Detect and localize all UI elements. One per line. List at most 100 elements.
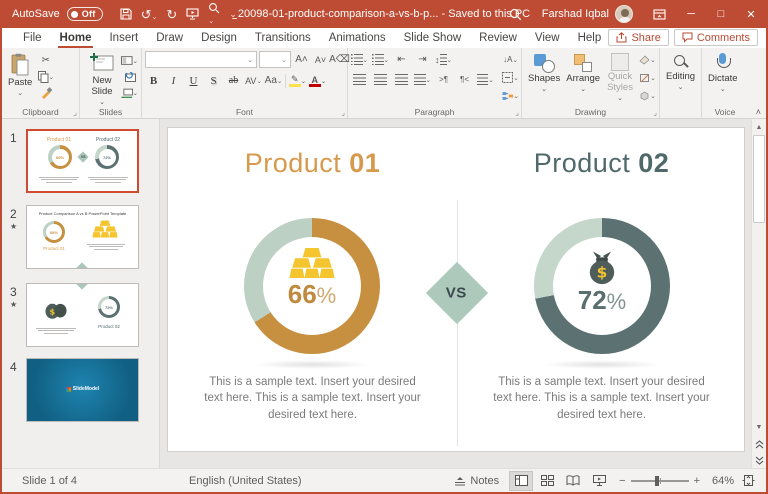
scroll-down-icon[interactable]: ▼ bbox=[752, 420, 766, 434]
tab-file[interactable]: File bbox=[14, 28, 51, 48]
tab-view[interactable]: View bbox=[526, 28, 569, 48]
paragraph-dialog-launcher[interactable]: ⌟ bbox=[515, 109, 519, 117]
rtl-text-direction-icon[interactable]: ¶< bbox=[456, 72, 473, 87]
tab-slide-show[interactable]: Slide Show bbox=[395, 28, 471, 48]
maximize-button[interactable]: □ bbox=[706, 0, 736, 28]
columns-button[interactable]: ⌄ bbox=[477, 72, 494, 87]
save-icon[interactable] bbox=[120, 8, 132, 20]
slide-indicator[interactable]: Slide 1 of 4 bbox=[22, 475, 77, 487]
arrange-button[interactable]: Arrange ⌄ bbox=[563, 51, 603, 96]
filename[interactable]: 20098-01-product-comparison-a-vs-b-p... bbox=[238, 8, 439, 20]
editing-button[interactable]: Editing ⌄ bbox=[663, 51, 698, 94]
format-painter-icon[interactable] bbox=[37, 85, 54, 100]
clear-formatting-icon[interactable]: A⌫ bbox=[329, 52, 350, 67]
close-button[interactable]: ✕ bbox=[736, 0, 766, 28]
zoom-in-icon[interactable]: + bbox=[694, 475, 700, 487]
italic-button[interactable]: I bbox=[165, 73, 182, 88]
normal-view-button[interactable] bbox=[509, 470, 534, 491]
section-icon[interactable]: ⌄ bbox=[121, 85, 138, 100]
strikethrough-button[interactable]: ab bbox=[225, 73, 242, 88]
tab-review[interactable]: Review bbox=[470, 28, 526, 48]
slide-canvas[interactable]: Product 01 66% This is a sample text. In… bbox=[167, 127, 745, 452]
scroll-up-icon[interactable]: ▲ bbox=[752, 120, 766, 134]
cut-icon[interactable]: ✂ bbox=[37, 53, 54, 68]
quick-styles-button[interactable]: Quick Styles ⌄ bbox=[603, 51, 637, 105]
clipboard-dialog-launcher[interactable]: ⌟ bbox=[73, 109, 77, 117]
product-1-donut-chart[interactable]: 66% bbox=[244, 218, 380, 354]
ribbon-display-options-icon[interactable] bbox=[643, 0, 676, 28]
fit-slide-to-window-icon[interactable] bbox=[736, 471, 760, 491]
collapse-ribbon-icon[interactable]: ˄ bbox=[756, 107, 761, 117]
zoom-slider-thumb[interactable] bbox=[654, 475, 659, 486]
underline-button[interactable]: U bbox=[185, 73, 202, 88]
tab-home[interactable]: Home bbox=[51, 28, 101, 48]
user-name[interactable]: Farshad Iqbal bbox=[532, 0, 613, 28]
align-left-icon[interactable] bbox=[351, 72, 368, 87]
previous-slide-icon[interactable] bbox=[752, 437, 766, 451]
slide-sorter-view-button[interactable] bbox=[535, 471, 559, 491]
shape-effects-button[interactable]: ⌄ bbox=[639, 88, 656, 103]
tab-help[interactable]: Help bbox=[569, 28, 611, 48]
vertical-scrollbar[interactable]: ▲ ▼ bbox=[751, 119, 766, 468]
tab-transitions[interactable]: Transitions bbox=[246, 28, 320, 48]
thumbnail-slide-1[interactable]: Product 01 Product 02 66% 72% VS bbox=[26, 129, 139, 193]
customize-qat-icon[interactable]: ⌄̲ bbox=[229, 9, 237, 20]
numbering-button[interactable]: ⌄ bbox=[372, 52, 389, 67]
product-1-title[interactable]: Product 01 bbox=[168, 148, 457, 179]
notes-toggle[interactable]: Notes bbox=[446, 471, 507, 491]
line-spacing-button[interactable]: ↕ ⌄ bbox=[435, 52, 452, 67]
copy-icon[interactable]: ⌄ bbox=[37, 69, 54, 84]
slideshow-view-button[interactable] bbox=[587, 471, 611, 491]
increase-indent-icon[interactable]: ⇥ bbox=[414, 52, 431, 67]
minimize-button[interactable]: ─ bbox=[676, 0, 706, 28]
text-direction-button[interactable]: ↓A ⌄ bbox=[502, 52, 519, 67]
thumbnail-slide-2[interactable]: Product Comparison A vs B PowerPoint Tem… bbox=[26, 205, 139, 269]
slide-layout-icon[interactable]: ⌄ bbox=[121, 53, 138, 68]
font-dialog-launcher[interactable]: ⌟ bbox=[341, 109, 345, 117]
tab-design[interactable]: Design bbox=[192, 28, 246, 48]
tab-insert[interactable]: Insert bbox=[100, 28, 147, 48]
align-right-icon[interactable] bbox=[393, 72, 410, 87]
tab-animations[interactable]: Animations bbox=[320, 28, 395, 48]
bold-button[interactable]: B bbox=[145, 73, 162, 88]
reading-view-button[interactable] bbox=[561, 471, 585, 491]
product-2-donut-chart[interactable]: $ 72% bbox=[534, 218, 670, 354]
justify-button[interactable]: ⌄ bbox=[414, 72, 431, 87]
align-center-icon[interactable] bbox=[372, 72, 389, 87]
font-size-combobox[interactable]: ⌄ bbox=[259, 51, 291, 68]
product-2-title[interactable]: Product 02 bbox=[457, 148, 746, 179]
scrollbar-thumb[interactable] bbox=[753, 135, 765, 223]
undo-icon[interactable]: ↺⌄ bbox=[141, 8, 158, 21]
comments-button[interactable]: Comments bbox=[673, 29, 758, 46]
product-1-body-text[interactable]: This is a sample text. Insert your desir… bbox=[201, 374, 425, 423]
zoom-slider[interactable] bbox=[630, 475, 689, 486]
drawing-dialog-launcher[interactable]: ⌟ bbox=[653, 109, 657, 117]
character-spacing-button[interactable]: AV ⌄ bbox=[245, 73, 262, 88]
next-slide-icon[interactable] bbox=[752, 453, 766, 467]
touch-mode-icon[interactable]: ⌄ bbox=[208, 2, 220, 26]
new-slide-button[interactable]: New Slide ⌄ bbox=[83, 51, 121, 109]
saved-status[interactable]: - Saved to this PC bbox=[441, 8, 530, 20]
redo-icon[interactable]: ↻ bbox=[166, 8, 177, 21]
autosave-toggle[interactable]: Off bbox=[66, 7, 103, 21]
increase-font-size-icon[interactable]: A˄ bbox=[293, 52, 310, 67]
decrease-font-size-icon[interactable]: A˅ bbox=[312, 52, 329, 67]
reset-slide-icon[interactable] bbox=[121, 69, 138, 84]
language-status[interactable]: English (United States) bbox=[189, 475, 302, 487]
convert-to-smartart-button[interactable]: ⌄ bbox=[502, 88, 519, 103]
bullets-button[interactable]: ⌄ bbox=[351, 52, 368, 67]
product-2-body-text[interactable]: This is a sample text. Insert your desir… bbox=[490, 374, 714, 423]
tab-draw[interactable]: Draw bbox=[147, 28, 192, 48]
shape-outline-button[interactable]: ⌄ bbox=[639, 70, 656, 85]
start-slideshow-icon[interactable] bbox=[186, 8, 199, 20]
align-text-button[interactable]: ⌄ bbox=[502, 70, 519, 85]
thumbnail-slide-3[interactable]: $ 72% Product 02 bbox=[26, 283, 139, 347]
thumbnail-slide-4[interactable]: SlideModel bbox=[26, 358, 139, 422]
zoom-percentage[interactable]: 64% bbox=[708, 475, 734, 487]
decrease-indent-icon[interactable]: ⇤ bbox=[393, 52, 410, 67]
zoom-out-icon[interactable]: − bbox=[619, 475, 625, 487]
font-name-combobox[interactable]: ⌄ bbox=[145, 51, 257, 68]
share-button[interactable]: Share bbox=[608, 29, 669, 46]
user-avatar[interactable] bbox=[613, 0, 643, 28]
ltr-text-direction-icon[interactable]: >¶ bbox=[435, 72, 452, 87]
